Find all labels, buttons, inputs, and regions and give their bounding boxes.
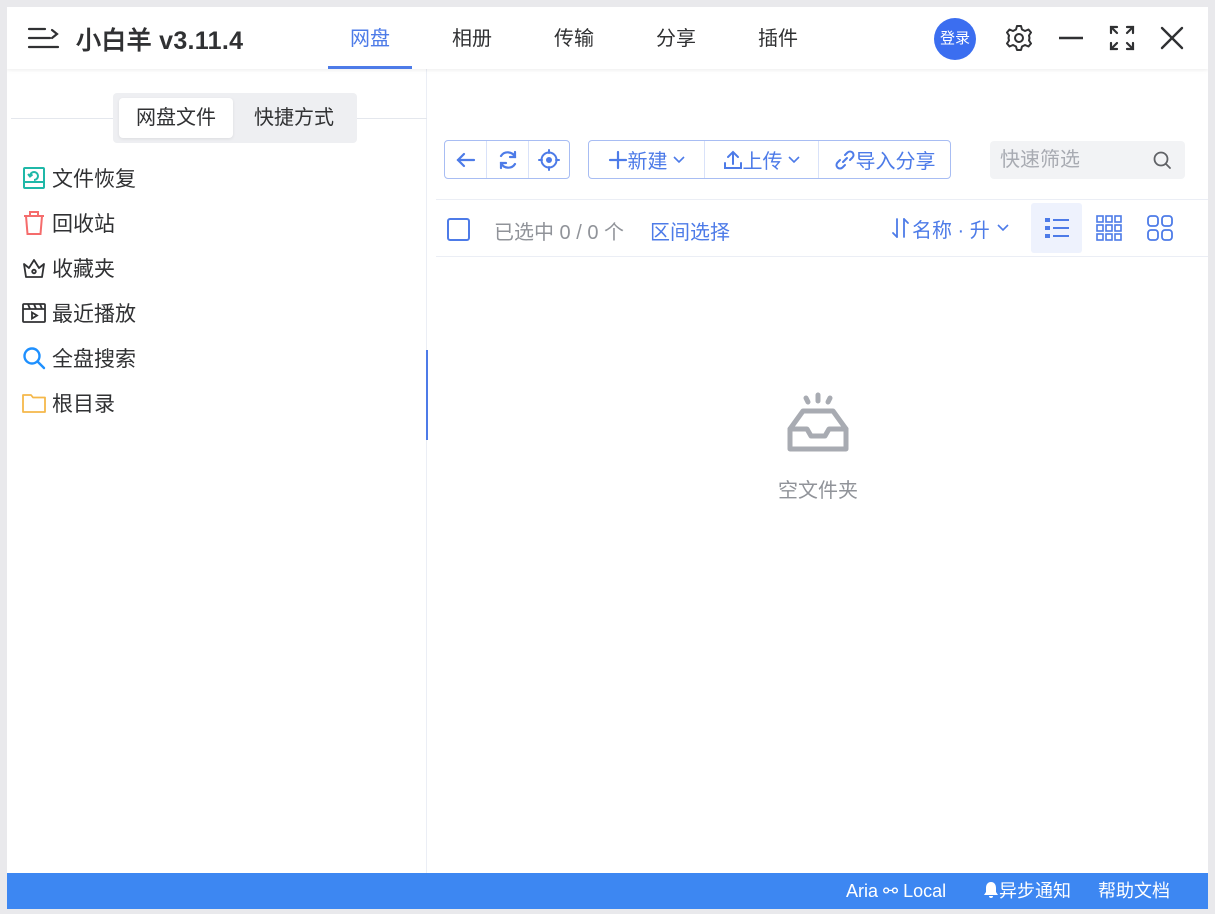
crown-icon xyxy=(23,259,45,278)
sidebar-item-label: 回收站 xyxy=(52,213,115,236)
tab-netdisk[interactable]: 网盘 xyxy=(328,7,412,69)
sidebar-item-label: 收藏夹 xyxy=(52,258,115,281)
sidebar-segmented-control: 网盘文件 快捷方式 xyxy=(113,93,357,143)
login-button[interactable]: 登录 xyxy=(934,18,976,60)
trash-icon xyxy=(24,211,44,235)
tab-share[interactable]: 分享 xyxy=(634,7,718,69)
async-notify-label: 异步通知 xyxy=(999,881,1071,901)
crosshair-icon xyxy=(538,148,560,171)
chevron-down-icon xyxy=(787,155,800,163)
list-view-button[interactable] xyxy=(1031,203,1082,253)
bell-icon xyxy=(984,882,998,898)
action-button-group: 新建 上传 导入分享 xyxy=(588,140,951,179)
app-title: 小白羊 v3.11.4 xyxy=(76,27,244,55)
folder-icon xyxy=(22,394,46,413)
selection-bar: 已选中 0 / 0 个 区间选择 名称 · 升 xyxy=(436,199,1208,257)
sidebar-item-full-search[interactable]: 全盘搜索 xyxy=(21,340,411,376)
quick-filter-input[interactable] xyxy=(990,141,1150,179)
status-bar: Aria ⚯ Local 异步通知 帮助文档 xyxy=(7,873,1208,909)
fullscreen-icon[interactable] xyxy=(1107,23,1137,53)
arrow-left-icon xyxy=(455,152,475,167)
segment-netdisk-files[interactable]: 网盘文件 xyxy=(119,98,233,138)
sidebar-item-file-recovery[interactable]: 文件恢复 xyxy=(21,160,411,196)
quick-filter xyxy=(990,141,1185,179)
new-label: 新建 xyxy=(627,151,668,173)
list-view-icon xyxy=(1044,218,1069,238)
refresh-icon xyxy=(499,150,516,169)
import-share-label: 导入分享 xyxy=(855,151,936,173)
sidebar-item-recent-play[interactable]: 最近播放 xyxy=(21,295,411,331)
upload-button[interactable]: 上传 xyxy=(704,141,818,178)
tab-transfer[interactable]: 传输 xyxy=(532,7,616,69)
tab-album[interactable]: 相册 xyxy=(430,7,514,69)
sidebar-item-label: 根目录 xyxy=(52,393,115,416)
aria-status[interactable]: Aria ⚯ Local xyxy=(846,873,946,909)
settings-gear-icon[interactable] xyxy=(1004,23,1034,53)
locate-button[interactable] xyxy=(528,141,569,178)
minimize-icon[interactable] xyxy=(1056,23,1086,53)
link-icon xyxy=(834,149,855,170)
large-grid-view-button[interactable] xyxy=(1134,203,1185,253)
sort-label: 名称 · 升 xyxy=(912,219,990,242)
sidebar-item-label: 最近播放 xyxy=(52,303,136,326)
search-icon xyxy=(23,347,46,370)
app-window: 小白羊 v3.11.4 网盘 相册 传输 分享 插件 登录 网盘文件 快捷方式 … xyxy=(7,7,1208,909)
sidebar-item-label: 文件恢复 xyxy=(52,168,136,191)
plus-icon xyxy=(608,150,627,169)
file-recover-icon xyxy=(23,167,45,189)
large-grid-view-icon xyxy=(1146,215,1173,241)
refresh-button[interactable] xyxy=(486,141,528,178)
sidebar: 网盘文件 快捷方式 文件恢复 回收站 收藏夹 最近播放 全盘搜索 根目录 xyxy=(7,69,427,873)
range-select-link[interactable]: 区间选择 xyxy=(650,216,730,245)
file-panel: 新建 上传 导入分享 已选中 0 / 0 个 区间选择 名称 · 升 xyxy=(428,69,1208,873)
upload-icon xyxy=(723,150,742,169)
empty-inbox-icon xyxy=(787,392,849,452)
import-share-button[interactable]: 导入分享 xyxy=(818,141,950,178)
sort-icon xyxy=(892,218,909,238)
selection-count: 已选中 0 / 0 个 xyxy=(494,222,625,244)
sidebar-item-root[interactable]: 根目录 xyxy=(21,385,411,421)
grid-view-icon xyxy=(1095,215,1122,241)
empty-folder-text: 空文件夹 xyxy=(778,480,858,502)
close-icon[interactable] xyxy=(1157,23,1187,53)
video-play-icon xyxy=(22,303,46,323)
sort-button[interactable]: 名称 · 升 xyxy=(890,214,1010,242)
segment-shortcuts[interactable]: 快捷方式 xyxy=(237,98,351,138)
new-button[interactable]: 新建 xyxy=(589,141,704,178)
select-all-checkbox[interactable] xyxy=(447,218,470,241)
search-icon[interactable] xyxy=(1152,150,1172,170)
chevron-down-icon xyxy=(672,155,685,163)
chevron-down-icon xyxy=(997,224,1009,232)
nav-button-group xyxy=(444,140,570,179)
sidebar-item-label: 全盘搜索 xyxy=(52,348,136,371)
sidebar-item-favorites[interactable]: 收藏夹 xyxy=(21,250,411,286)
grid-view-button[interactable] xyxy=(1083,203,1134,253)
sidebar-item-recycle-bin[interactable]: 回收站 xyxy=(21,205,411,241)
menu-icon[interactable] xyxy=(27,25,61,51)
async-notify-button[interactable]: 异步通知 xyxy=(983,873,1071,909)
back-button[interactable] xyxy=(445,141,486,178)
upload-label: 上传 xyxy=(742,151,783,173)
title-bar: 小白羊 v3.11.4 网盘 相册 传输 分享 插件 登录 xyxy=(7,7,1208,69)
help-docs-link[interactable]: 帮助文档 xyxy=(1098,873,1170,909)
tab-plugins[interactable]: 插件 xyxy=(736,7,820,69)
